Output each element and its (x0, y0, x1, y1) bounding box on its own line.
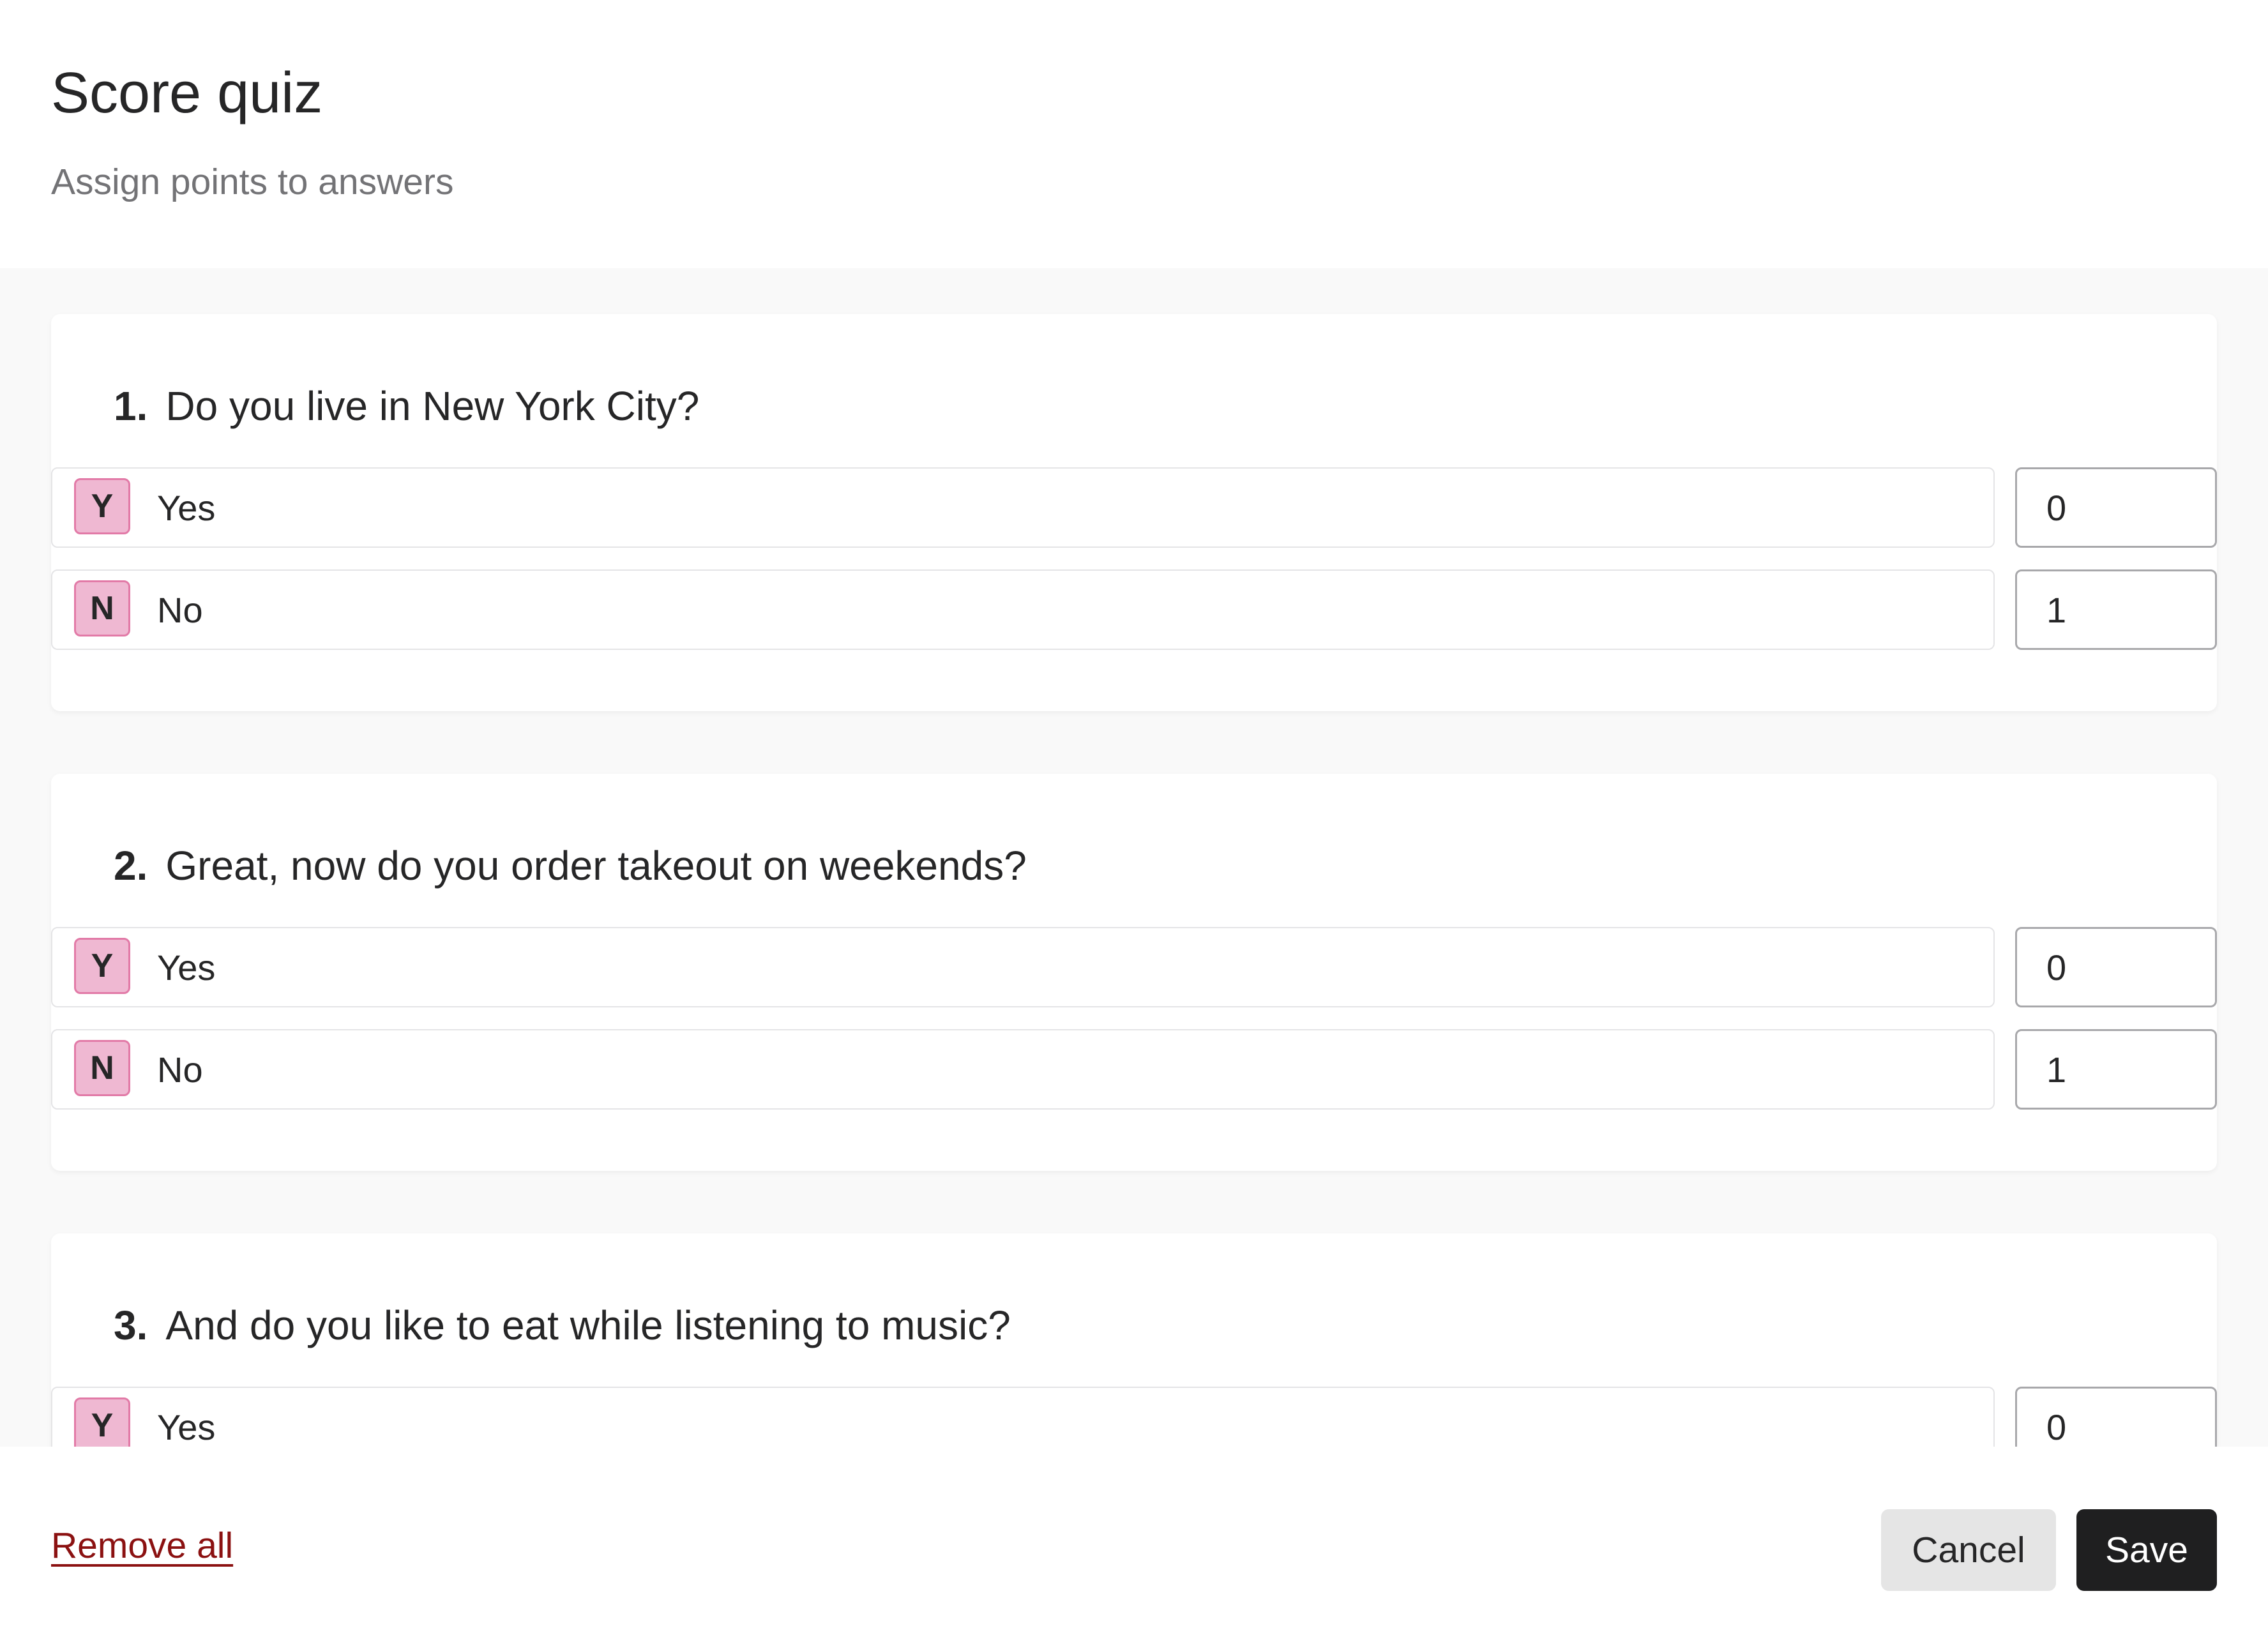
question-text: Great, now do you order takeout on weeke… (165, 843, 1027, 889)
question-text: Do you live in New York City? (165, 383, 700, 429)
score-input[interactable] (2015, 1387, 2217, 1447)
score-input[interactable] (2015, 569, 2217, 650)
answer-row: Y Yes (51, 1387, 2217, 1447)
answer-option: N No (51, 569, 1995, 650)
answer-option: N No (51, 1029, 1995, 1110)
answer-row: Y Yes (51, 467, 2217, 548)
question-number: 1. (114, 383, 148, 429)
page-subtitle: Assign points to answers (51, 162, 454, 202)
answer-label: Yes (157, 947, 216, 988)
page-title: Score quiz (51, 61, 323, 125)
answer-option: Y Yes (51, 467, 1995, 548)
question-number: 3. (114, 1302, 148, 1348)
answer-row: N No (51, 1029, 2217, 1110)
answer-label: No (157, 1050, 203, 1090)
dialog-header: Score quiz Assign points to answers (0, 0, 2268, 268)
question-card: 1. Do you live in New York City? Y Yes N … (51, 314, 2217, 711)
question-title: 3. And do you like to eat while listening… (114, 1300, 1011, 1351)
question-number: 2. (114, 843, 148, 889)
save-button[interactable]: Save (2076, 1509, 2217, 1591)
question-title: 1. Do you live in New York City? (114, 380, 699, 432)
answer-row: Y Yes (51, 927, 2217, 1007)
answer-row: N No (51, 569, 2217, 650)
question-card: 3. And do you like to eat while listening… (51, 1233, 2217, 1447)
cancel-button[interactable]: Cancel (1881, 1509, 2056, 1591)
score-quiz-dialog: Score quiz Assign points to answers 1. Do… (0, 0, 2268, 1642)
score-input[interactable] (2015, 467, 2217, 548)
answer-key-badge: Y (74, 938, 130, 994)
score-input[interactable] (2015, 1029, 2217, 1110)
question-title: 2. Great, now do you order takeout on wee… (114, 840, 1027, 891)
score-input[interactable] (2015, 927, 2217, 1007)
answer-label: Yes (157, 488, 216, 528)
remove-all-link[interactable]: Remove all (51, 1523, 233, 1568)
question-card: 2. Great, now do you order takeout on wee… (51, 774, 2217, 1171)
answer-label: No (157, 590, 203, 630)
answer-option: Y Yes (51, 1387, 1995, 1447)
question-text: And do you like to eat while listening t… (165, 1302, 1011, 1348)
dialog-footer: Remove all Cancel Save (0, 1447, 2268, 1642)
answer-key-badge: N (74, 1040, 130, 1096)
answer-key-badge: Y (74, 1397, 130, 1447)
answer-key-badge: Y (74, 478, 130, 534)
answer-key-badge: N (74, 580, 130, 636)
answer-label: Yes (157, 1407, 216, 1447)
questions-scroll-area[interactable]: 1. Do you live in New York City? Y Yes N … (0, 268, 2268, 1447)
answer-option: Y Yes (51, 927, 1995, 1007)
